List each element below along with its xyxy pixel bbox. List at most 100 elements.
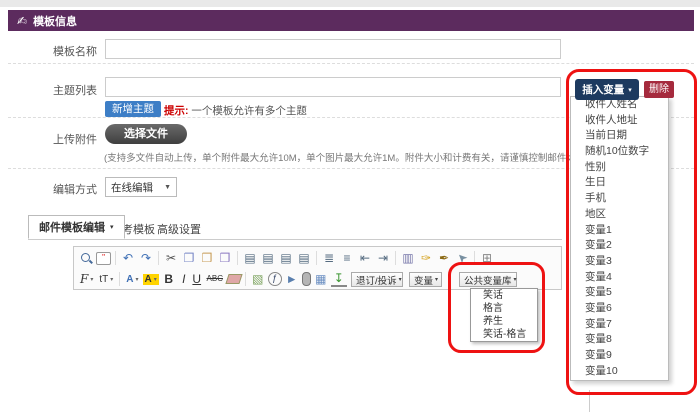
unsubscribe-complaint-label: 退订/投诉: [356, 275, 397, 287]
variable-dropdown[interactable]: 变量 ▾: [409, 272, 442, 287]
ordered-list-icon[interactable]: ≣: [321, 250, 337, 266]
variable-item[interactable]: 变量8: [571, 332, 668, 348]
menu-item-joke-motto[interactable]: 笑话-格言: [471, 328, 537, 341]
font-family-label: F: [80, 272, 89, 286]
insert-video-icon[interactable]: ►: [284, 271, 300, 287]
separator: [474, 251, 475, 265]
separator: [244, 272, 246, 286]
caret-down-icon: ▾: [513, 277, 517, 283]
copy-icon[interactable]: ❐: [181, 250, 197, 266]
insert-audio-icon[interactable]: [301, 272, 311, 286]
page-title: 模板信息: [33, 15, 78, 28]
grid-icon[interactable]: ⊞: [479, 250, 495, 266]
paste-word-icon[interactable]: ❒: [217, 250, 233, 266]
insert-variable-button[interactable]: 插入变量 ▾: [575, 79, 639, 100]
variable-item[interactable]: 生日: [571, 175, 668, 191]
menu-item-joke[interactable]: 笑话: [471, 289, 537, 302]
caret-down-icon: ▾: [90, 276, 94, 283]
font-size-dropdown[interactable]: tT ▾: [97, 274, 115, 285]
brush-icon[interactable]: ✒: [436, 250, 452, 266]
variable-dropdown-label: 变量: [414, 275, 434, 287]
horizontal-rule-icon[interactable]: ↧: [330, 272, 347, 287]
tab-template-edit[interactable]: 邮件模板编辑 ▾: [28, 215, 125, 239]
preview-icon[interactable]: [78, 250, 94, 266]
variable-item[interactable]: 变量4: [571, 270, 668, 286]
align-center-icon[interactable]: ▤: [260, 250, 276, 266]
source-code-icon[interactable]: ": [96, 251, 111, 265]
variable-item[interactable]: 变量10: [571, 364, 668, 380]
highlight-color-dropdown[interactable]: A ▾: [142, 273, 159, 285]
fill-color-icon[interactable]: ✑: [418, 250, 434, 266]
public-variable-library-dropdown[interactable]: 公共变量库 ▾: [459, 272, 517, 287]
separator: [395, 251, 396, 265]
section-header: ✍ 模板信息: [8, 10, 694, 31]
unsubscribe-complaint-dropdown[interactable]: 退订/投诉 ▾: [351, 272, 403, 287]
paste-icon[interactable]: ❒: [199, 250, 215, 266]
caret-down-icon: ▾: [110, 224, 114, 231]
choose-file-button[interactable]: 选择文件: [105, 124, 187, 144]
align-right-icon[interactable]: ▤: [278, 250, 294, 266]
blockquote-icon[interactable]: ▥: [400, 250, 416, 266]
insert-flash-icon[interactable]: ƒ: [267, 272, 282, 286]
toolbar-row-2: F▾ tT▾ A▾ A▾ B I U ABC ▧ ƒ ► ▦ ↧ ∞ ∞✕: [78, 269, 384, 289]
remove-format-icon[interactable]: [225, 274, 243, 284]
text-color-dropdown[interactable]: A ▾: [124, 274, 140, 285]
align-left-icon[interactable]: ▤: [242, 250, 258, 266]
undo-icon[interactable]: ↶: [120, 250, 136, 266]
edit-mode-label: 编辑方式: [53, 184, 97, 196]
insert-image-icon[interactable]: ▧: [250, 271, 266, 287]
edit-mode-select[interactable]: 在线编辑 ▼: [105, 177, 177, 197]
variable-item[interactable]: 性别: [571, 160, 668, 176]
subject-hint: 提示: 一个模板允许有多个主题: [164, 103, 307, 118]
caret-down-icon: ▾: [398, 277, 402, 283]
unordered-list-icon[interactable]: ≡: [339, 250, 355, 266]
panel-edge-line: [589, 390, 590, 412]
variable-item[interactable]: 变量3: [571, 254, 668, 270]
tab-advanced-settings[interactable]: 高级设置: [157, 221, 201, 237]
template-info-page: ✍ 模板信息 模板名称 主题列表 新增主题 提示: 一个模板允许有多个主题 上传…: [0, 0, 700, 412]
redo-icon[interactable]: ↷: [138, 250, 154, 266]
add-subject-button[interactable]: 新增主题: [105, 101, 161, 117]
align-justify-icon[interactable]: ▤: [296, 250, 312, 266]
tab-template-edit-label: 邮件模板编辑: [39, 222, 105, 234]
variable-item[interactable]: 收件人地址: [571, 113, 668, 129]
template-name-label: 模板名称: [53, 46, 97, 58]
hint-prefix: 提示:: [164, 105, 189, 117]
cut-icon[interactable]: ✂: [163, 250, 179, 266]
variable-item[interactable]: 变量7: [571, 317, 668, 333]
variable-item[interactable]: 地区: [571, 207, 668, 223]
strikethrough-icon[interactable]: ABC: [205, 271, 225, 287]
variable-item[interactable]: 当前日期: [571, 128, 668, 144]
template-name-input[interactable]: [105, 39, 561, 59]
variable-item[interactable]: 随机10位数字: [571, 144, 668, 160]
text-color-label: A: [126, 273, 134, 285]
delete-variable-button[interactable]: 删除: [644, 81, 674, 98]
menu-item-health[interactable]: 养生: [471, 315, 537, 328]
variable-item[interactable]: 变量9: [571, 348, 668, 364]
divider: [8, 63, 694, 64]
top-strip: [0, 0, 700, 7]
select-arrow-icon[interactable]: ➤: [451, 247, 474, 270]
public-variable-library-menu: 笑话 格言 养生 笑话-格言: [470, 288, 538, 342]
variable-item[interactable]: 变量5: [571, 285, 668, 301]
insert-table-icon[interactable]: ▦: [313, 271, 329, 287]
outdent-icon[interactable]: ⇤: [357, 250, 373, 266]
variable-item[interactable]: 手机: [571, 191, 668, 207]
indent-icon[interactable]: ⇥: [375, 250, 391, 266]
italic-icon[interactable]: I: [179, 271, 189, 287]
chevron-down-icon: ▼: [164, 183, 171, 191]
variable-item[interactable]: 变量2: [571, 238, 668, 254]
variable-item[interactable]: 变量1: [571, 223, 668, 239]
caret-down-icon: ▾: [135, 276, 139, 283]
font-family-dropdown[interactable]: F ▾: [78, 272, 95, 286]
menu-item-motto[interactable]: 格言: [471, 302, 537, 315]
subject-list-input[interactable]: [105, 77, 561, 97]
font-size-label: tT: [99, 273, 109, 285]
bold-icon[interactable]: B: [161, 271, 177, 287]
hint-text: 一个模板允许有多个主题: [188, 105, 307, 117]
edit-hand-icon: ✍: [17, 13, 28, 28]
caret-down-icon: ▾: [110, 276, 114, 283]
separator: [115, 251, 116, 265]
underline-icon[interactable]: U: [191, 271, 203, 287]
variable-item[interactable]: 变量6: [571, 301, 668, 317]
